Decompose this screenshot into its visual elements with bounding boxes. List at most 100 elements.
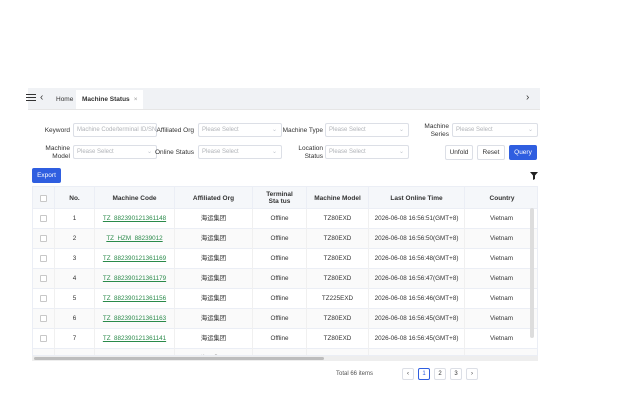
tab-scroll-left-icon[interactable]: ‹ <box>40 93 43 103</box>
machine-model-select[interactable]: Please Select ⌄ <box>73 145 157 159</box>
cell-no: 3 <box>55 249 95 269</box>
cell-last-online-time: 2026-06-08 16:56:45(GMT+8) <box>369 309 465 329</box>
cell-machine-code[interactable]: TZ_882390121361166 <box>95 349 175 355</box>
reset-button[interactable]: Reset <box>477 145 505 160</box>
row-checkbox[interactable] <box>40 254 47 262</box>
affiliated-org-label: Affiliated Org <box>156 127 194 134</box>
row-checkbox[interactable] <box>40 294 47 302</box>
affiliated-org-placeholder: Please Select <box>202 127 239 133</box>
table-row[interactable]: 2 TZ_HZM_88239012 海运集团 Offline TZ80EXD 2026-0… <box>33 229 537 249</box>
page-1-button[interactable]: 1 <box>418 368 430 380</box>
cell-last-online-time: 2026-06-08 16:56:47(GMT+8) <box>369 269 465 289</box>
location-status-placeholder: Please Select <box>329 149 366 155</box>
online-status-label: Online Status <box>154 149 194 156</box>
cell-machine-model: TZ80EXD <box>307 249 369 269</box>
row-select-cell <box>33 309 55 329</box>
cell-last-online-time: 2026-06-08 16:56:44(GMT+8) <box>369 349 465 355</box>
page-2-button[interactable]: 2 <box>434 368 446 380</box>
machine-series-label: Machine Series <box>424 123 449 138</box>
row-checkbox[interactable] <box>40 234 47 242</box>
cell-country: Vietnam <box>465 329 537 349</box>
cell-machine-code[interactable]: TZ_882390121361169 <box>95 249 175 269</box>
row-select-cell <box>33 269 55 289</box>
table-row[interactable]: 1 TZ_882390121361148 海运集团 Offline TZ80EXD 202… <box>33 209 537 229</box>
table-row[interactable]: 4 TZ_882390121361179 海运集团 Offline TZ80EXD 202… <box>33 269 537 289</box>
table-row[interactable]: 3 TZ_882390121361169 海运集团 Offline TZ80EXD 202… <box>33 249 537 269</box>
tab-bar: ‹ Home Machine Status × › <box>26 88 540 110</box>
cell-last-online-time: 2026-06-08 16:56:46(GMT+8) <box>369 289 465 309</box>
cell-affiliated-org: 海运集团 <box>175 309 253 329</box>
cell-machine-model: TZ80EXD <box>307 309 369 329</box>
next-page-button[interactable]: › <box>466 368 478 380</box>
cell-machine-model: TZ80EXD <box>307 209 369 229</box>
page-3-button[interactable]: 3 <box>450 368 462 380</box>
table-row[interactable]: 6 TZ_882390121361163 海运集团 Offline TZ80EXD 202… <box>33 309 537 329</box>
cell-no: 8 <box>55 349 95 355</box>
chevron-down-icon: ⌄ <box>527 127 533 133</box>
export-button[interactable]: Export <box>32 168 61 183</box>
cell-no: 2 <box>55 229 95 249</box>
prev-page-button[interactable]: ‹ <box>402 368 414 380</box>
cell-machine-code[interactable]: TZ_HZM_88239012 <box>95 229 175 249</box>
select-all-checkbox[interactable] <box>40 194 47 202</box>
cell-machine-code[interactable]: TZ_882390121361141 <box>95 329 175 349</box>
tab-scroll-right-icon[interactable]: › <box>526 93 529 103</box>
chevron-down-icon: ⌄ <box>398 127 404 133</box>
tab-machine-status[interactable]: Machine Status × <box>76 90 144 109</box>
cell-machine-code[interactable]: TZ_882390121361163 <box>95 309 175 329</box>
cell-last-online-time: 2026-06-08 16:56:48(GMT+8) <box>369 249 465 269</box>
vertical-scrollbar[interactable] <box>530 208 534 338</box>
cell-machine-code[interactable]: TZ_882390121361148 <box>95 209 175 229</box>
horizontal-scrollbar[interactable] <box>32 356 538 361</box>
tab-close-icon[interactable]: × <box>134 96 138 103</box>
cell-country: Vietnam <box>465 269 537 289</box>
search-form: Keyword Machine Code/terminal ID/SN Affi… <box>28 118 540 162</box>
query-button[interactable]: Query <box>509 145 537 160</box>
cell-country: Vietnam <box>465 349 537 355</box>
row-select-cell <box>33 229 55 249</box>
tab-home[interactable]: Home <box>50 90 79 109</box>
cell-country: Vietnam <box>465 289 537 309</box>
online-status-select[interactable]: Please Select ⌄ <box>198 145 282 159</box>
cell-machine-code[interactable]: TZ_882390121361179 <box>95 269 175 289</box>
row-checkbox[interactable] <box>40 334 47 342</box>
cell-terminal-status: Offline <box>253 249 307 269</box>
cell-affiliated-org: 海运集团 <box>175 329 253 349</box>
row-checkbox[interactable] <box>40 214 47 222</box>
header-country: Country <box>489 194 515 202</box>
cell-terminal-status: Offline <box>253 329 307 349</box>
menu-icon[interactable] <box>26 92 36 102</box>
tab-machine-status-label: Machine Status <box>82 96 130 103</box>
header-no: No. <box>55 187 95 209</box>
row-select-cell <box>33 329 55 349</box>
machine-type-select[interactable]: Please Select ⌄ <box>325 123 409 137</box>
cell-terminal-status: Offline <box>253 229 307 249</box>
cell-country: Vietnam <box>465 309 537 329</box>
table-row[interactable]: 7 TZ_882390121361141 海运集团 Offline TZ80EXD 202… <box>33 329 537 349</box>
table-header: No. Machine Code Affiliated Org Terminal… <box>33 187 537 209</box>
horizontal-scrollbar-thumb[interactable] <box>34 357 324 360</box>
filter-icon[interactable] <box>530 172 538 180</box>
cell-last-online-time: 2026-06-08 16:56:50(GMT+8) <box>369 229 465 249</box>
cell-machine-model: TZ80EXD <box>307 269 369 289</box>
keyword-input[interactable]: Machine Code/terminal ID/SN <box>73 123 157 137</box>
machine-status-app: ‹ Home Machine Status × › Keyword Machine… <box>26 88 540 380</box>
affiliated-org-select[interactable]: Please Select ⌄ <box>198 123 282 137</box>
row-checkbox[interactable] <box>40 274 47 282</box>
table-row[interactable]: 5 TZ_882390121361156 海运集团 Offline TZ225EXD 20… <box>33 289 537 309</box>
row-checkbox[interactable] <box>40 314 47 322</box>
table-row[interactable]: 8TZ_882390121361166海运集团OfflineTZ80EXD202… <box>33 349 537 355</box>
header-machine-model: Machine Model <box>307 187 369 209</box>
machine-type-label: Machine Type <box>282 127 323 134</box>
unfold-button[interactable]: Unfold <box>445 145 473 160</box>
online-status-placeholder: Please Select <box>202 149 239 155</box>
machine-series-select[interactable]: Please Select ⌄ <box>452 123 538 137</box>
cell-terminal-status: Offline <box>253 289 307 309</box>
location-status-label: Location Status <box>298 145 323 160</box>
location-status-select[interactable]: Please Select ⌄ <box>325 145 409 159</box>
cell-machine-code[interactable]: TZ_882390121361156 <box>95 289 175 309</box>
cell-last-online-time: 2026-06-08 16:56:45(GMT+8) <box>369 329 465 349</box>
cell-country: Vietnam <box>465 209 537 229</box>
cell-machine-model: TZ80EXD <box>307 349 369 355</box>
row-select-cell <box>33 249 55 269</box>
